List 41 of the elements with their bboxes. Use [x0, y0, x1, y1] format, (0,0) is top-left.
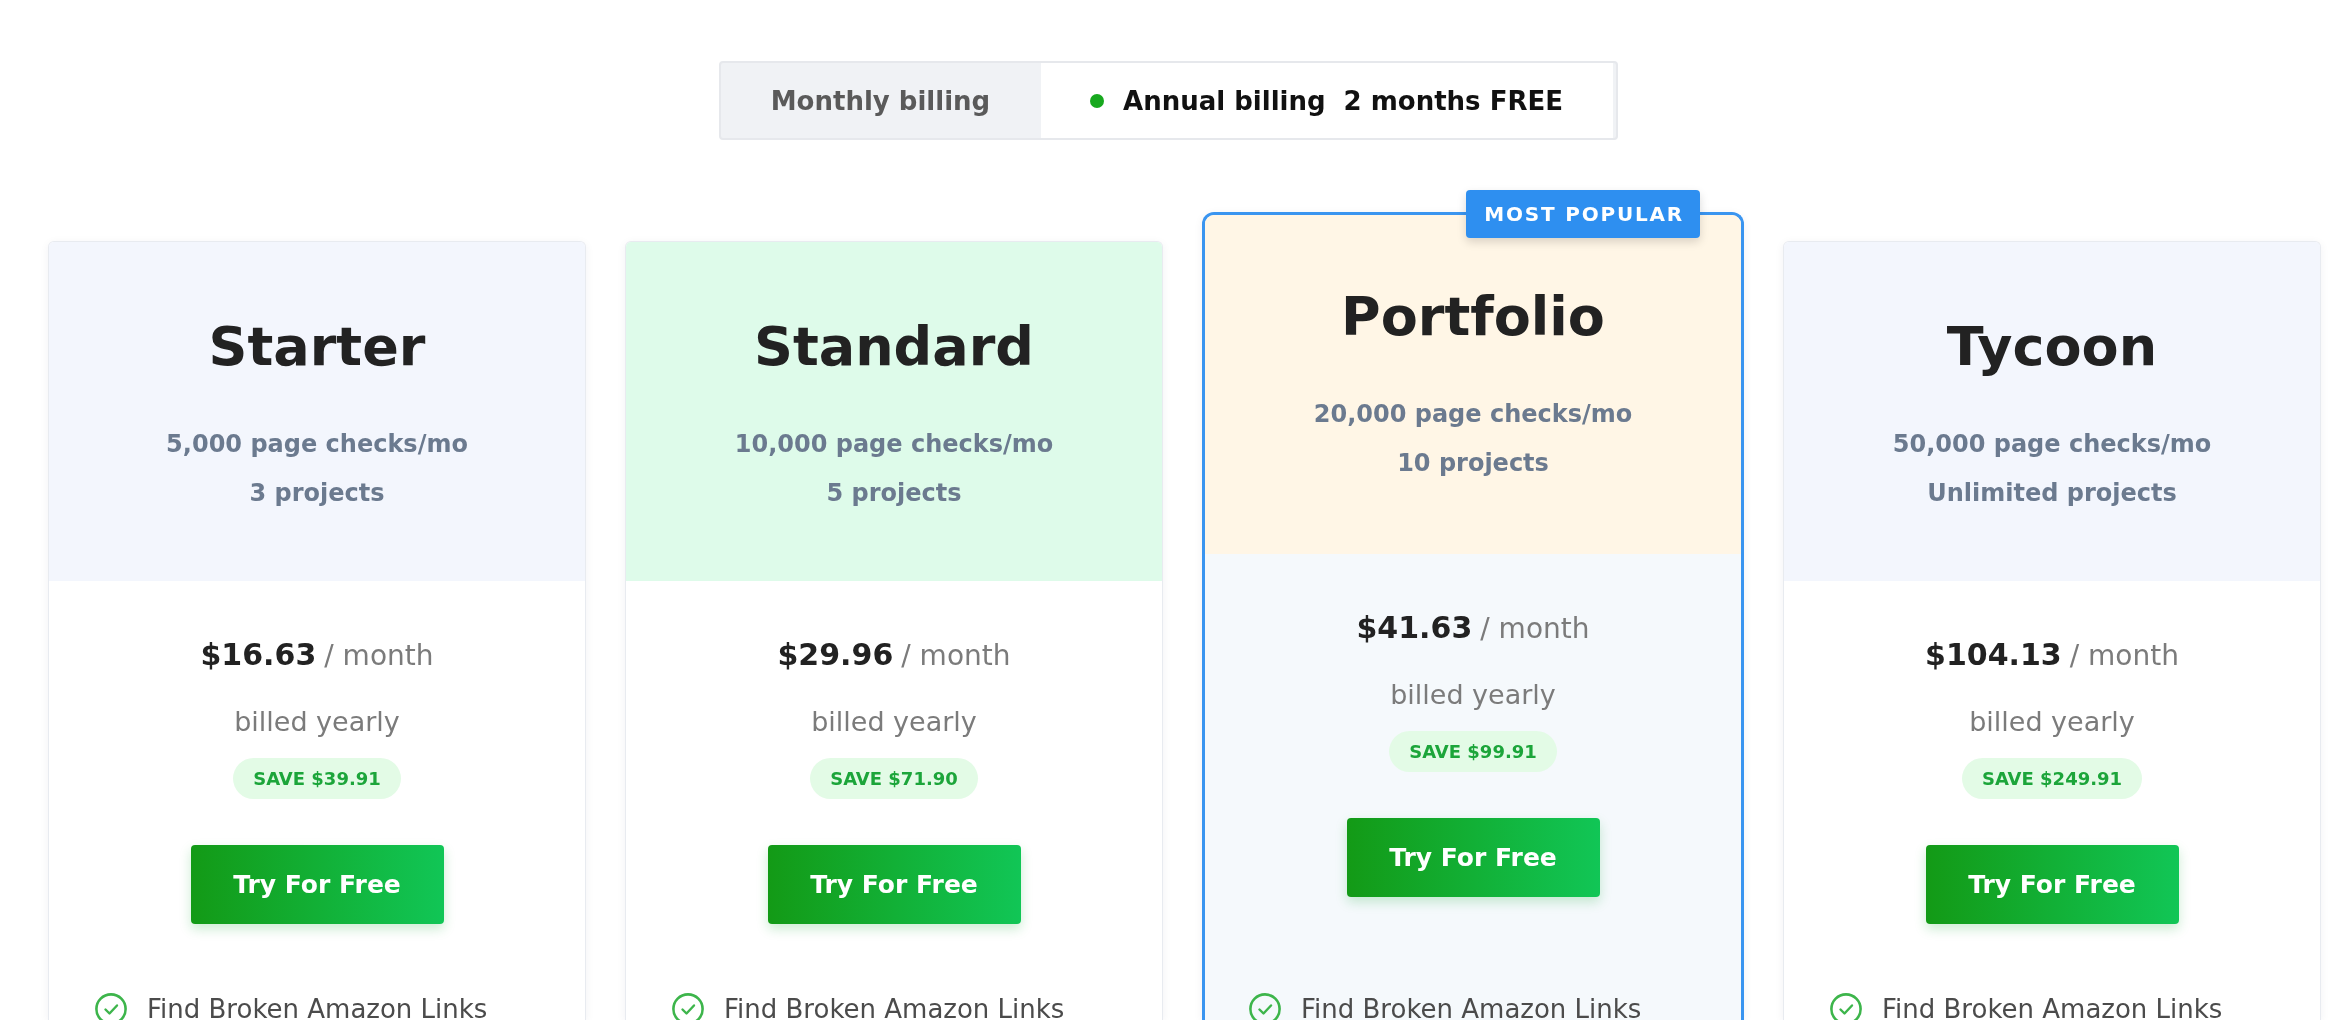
price-period: / month — [2069, 639, 2179, 672]
savings-badge: SAVE $99.91 — [1389, 731, 1557, 772]
most-popular-badge: MOST POPULAR — [1466, 190, 1700, 238]
projects-text: 5 projects — [825, 478, 963, 509]
page-checks-text: 5,000 page checks/mo — [165, 429, 469, 460]
savings-badge: SAVE $39.91 — [233, 758, 401, 799]
plan-title: Portfolio — [1340, 285, 1606, 349]
price-period: / month — [324, 639, 434, 672]
dot-icon — [1090, 93, 1105, 108]
savings-badge: SAVE $249.91 — [1961, 758, 2143, 799]
feature-text: Find Broken Amazon Links — [147, 994, 488, 1020]
projects-text: Unlimited projects — [1926, 478, 2178, 509]
page-checks-text: 50,000 page checks/mo — [1891, 429, 2213, 460]
plan-title: Starter — [207, 315, 427, 379]
feature-text: Find Broken Amazon Links — [1882, 994, 2223, 1020]
billing-option[interactable]: Monthly billing — [720, 63, 1041, 138]
price-amount: $104.13 — [1925, 637, 2062, 672]
price-period: / month — [1480, 612, 1590, 645]
feature-text: Find Broken Amazon Links — [724, 994, 1065, 1020]
price-amount: $29.96 — [777, 637, 894, 672]
billing-note: billed yearly — [234, 705, 400, 739]
try-free-button[interactable]: Try For Free — [1925, 845, 2179, 924]
try-free-button[interactable]: Try For Free — [1346, 818, 1600, 897]
page-checks-text: 10,000 page checks/mo — [733, 429, 1055, 460]
billing-note: billed yearly — [1390, 678, 1556, 712]
free-months-note: 2 months FREE — [1343, 85, 1563, 116]
price-amount: $41.63 — [1356, 610, 1473, 645]
page-checks-text: 20,000 page checks/mo — [1312, 399, 1634, 430]
try-free-button[interactable]: Try For Free — [767, 845, 1021, 924]
price-amount: $16.63 — [200, 637, 317, 672]
try-free-button[interactable]: Try For Free — [190, 845, 444, 924]
projects-text: 3 projects — [248, 478, 386, 509]
billing-note: billed yearly — [1969, 705, 2135, 739]
price-period: / month — [901, 639, 1011, 672]
plan-title: Tycoon — [1945, 315, 2159, 379]
projects-text: 10 projects — [1396, 448, 1550, 479]
feature-text: Find Broken Amazon Links — [1301, 994, 1642, 1020]
billing-option[interactable]: Annual billing 2 months FREE — [1040, 63, 1613, 138]
plan-title: Standard — [753, 315, 1035, 379]
billing-note: billed yearly — [811, 705, 977, 739]
savings-badge: SAVE $71.90 — [810, 758, 978, 799]
